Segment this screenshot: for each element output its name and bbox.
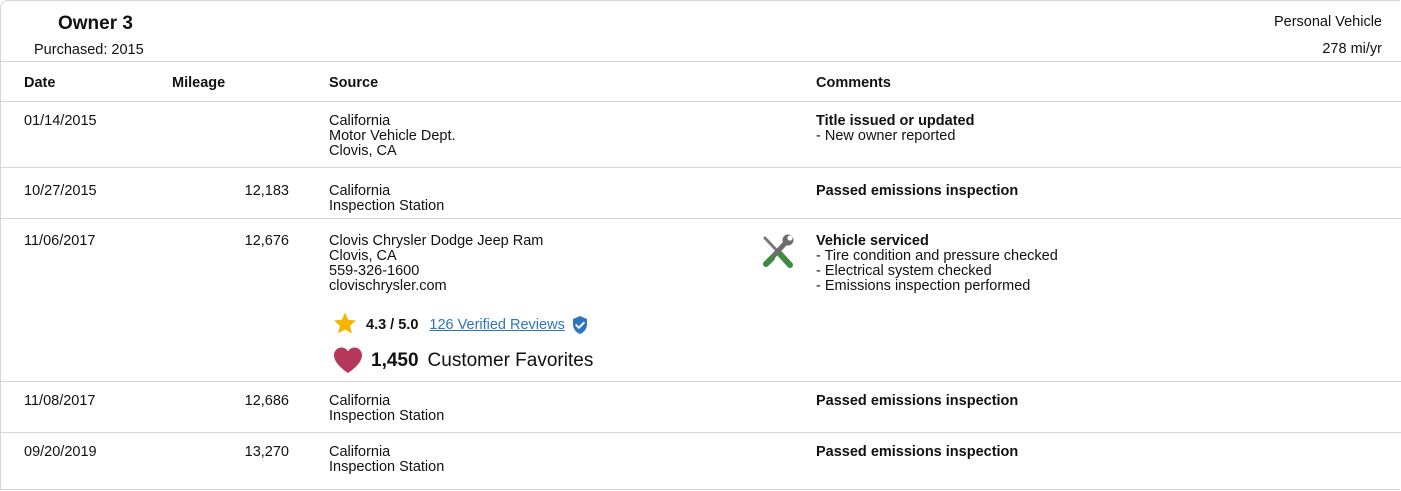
header-date: Date — [24, 75, 56, 91]
comment-item: - Electrical system checked — [816, 263, 992, 279]
row-mileage: 12,676 — [244, 233, 289, 249]
source-line: California — [329, 183, 391, 199]
usage-miles: 278 mi/yr — [1322, 41, 1382, 57]
row-date: 11/08/2017 — [24, 393, 96, 409]
comment-item: - Emissions inspection performed — [816, 278, 1031, 294]
source-line: Inspection Station — [329, 198, 445, 214]
source-line: 559-326-1600 — [329, 263, 420, 279]
row-comments: Passed emissions inspection — [816, 445, 1018, 460]
row-date: 10/27/2015 — [24, 183, 97, 199]
comment-title: Title issued or updated — [816, 113, 975, 129]
row-mileage: 12,686 — [244, 393, 289, 409]
comment-title: Passed emissions inspection — [816, 393, 1019, 409]
source-line: Inspection Station — [329, 459, 445, 475]
row-date: 09/20/2019 — [24, 444, 97, 460]
source-line: California — [329, 393, 391, 409]
row-mileage: 12,183 — [244, 183, 289, 199]
star-icon — [332, 311, 358, 340]
source-line: Clovis, CA — [329, 143, 397, 159]
owner-title: Owner 3 — [58, 13, 133, 34]
row-date: 01/14/2015 — [24, 113, 97, 129]
row-source: California Inspection Station — [329, 445, 444, 475]
header-mileage: Mileage — [172, 75, 226, 91]
owner-card: Owner 3 Purchased: 2015 Personal Vehicle… — [0, 0, 1401, 491]
source-line: Inspection Station — [329, 408, 445, 424]
row-source: California Motor Vehicle Dept. Clovis, C… — [329, 114, 456, 159]
source-line: California — [329, 444, 391, 460]
header-comments: Comments — [816, 75, 891, 91]
table-row: 09/20/2019 13,270 California Inspection … — [1, 433, 1401, 491]
row-comments: Passed emissions inspection — [816, 394, 1018, 409]
shield-check-icon — [571, 315, 589, 335]
header-source: Source — [329, 75, 379, 91]
row-mileage: 13,270 — [244, 444, 289, 460]
row-source: California Inspection Station — [329, 394, 444, 424]
favorites-count: 1,450 — [371, 349, 419, 371]
source-line: Clovis Chrysler Dodge Jeep Ram — [329, 233, 544, 249]
row-comments: Vehicle serviced - Tire condition and pr… — [816, 234, 1058, 294]
comment-title: Passed emissions inspection — [816, 183, 1019, 199]
table-row: 01/14/2015 California Motor Vehicle Dept… — [1, 102, 1401, 168]
dealer-rating: 4.3 / 5.0 126 Verified Reviews — [332, 311, 589, 340]
usage-type: Personal Vehicle — [1273, 14, 1382, 30]
heart-icon — [332, 346, 364, 374]
table-row: 11/06/2017 12,676 Clovis Chrysler Dodge … — [1, 219, 1401, 382]
comment-title: Passed emissions inspection — [816, 444, 1019, 460]
row-comments: Passed emissions inspection — [816, 184, 1018, 199]
row-source: California Inspection Station — [329, 184, 444, 214]
source-line: Clovis, CA — [329, 248, 397, 264]
table-row: 11/08/2017 12,686 California Inspection … — [1, 382, 1401, 433]
source-line: California — [329, 113, 391, 129]
favorites-label: Customer Favorites — [427, 349, 594, 371]
row-comments: Title issued or updated - New owner repo… — [816, 114, 974, 144]
table-row: 10/27/2015 12,183 California Inspection … — [1, 168, 1401, 219]
source-line: clovischrysler.com — [329, 278, 447, 294]
comment-item: - New owner reported — [816, 128, 956, 144]
verified-reviews-link[interactable]: 126 Verified Reviews — [429, 317, 564, 333]
purchased-year: Purchased: 2015 — [34, 42, 144, 58]
row-source: Clovis Chrysler Dodge Jeep Ram Clovis, C… — [329, 234, 543, 294]
customer-favorites: 1,450 Customer Favorites — [332, 346, 593, 374]
source-line: Motor Vehicle Dept. — [329, 128, 456, 144]
wrench-screwdriver-icon — [761, 233, 795, 273]
table-header: Date Mileage Source Comments — [1, 61, 1401, 102]
comment-item: - Tire condition and pressure checked — [816, 248, 1058, 264]
row-date: 11/06/2017 — [24, 233, 96, 249]
comment-title: Vehicle serviced — [816, 233, 929, 249]
rating-score: 4.3 / 5.0 — [366, 316, 419, 333]
